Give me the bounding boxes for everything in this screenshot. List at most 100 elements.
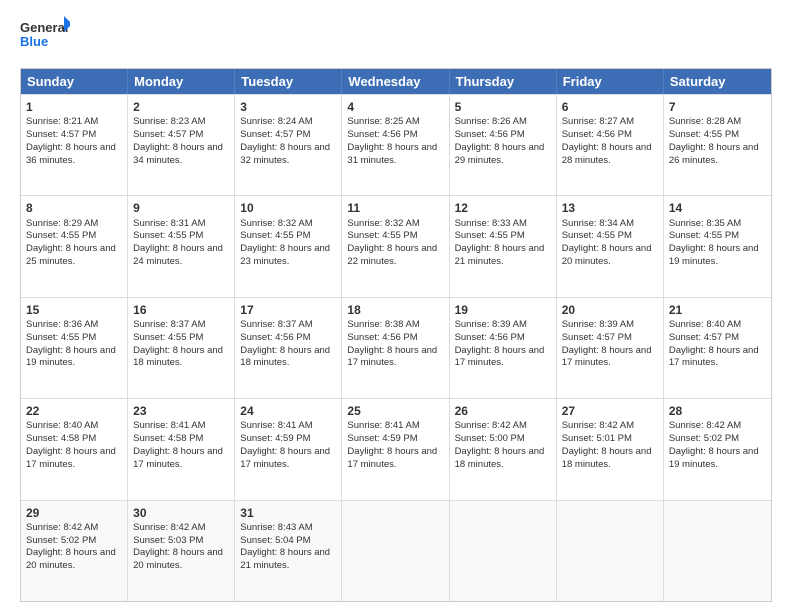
sunrise: Sunrise: 8:28 AM: [669, 116, 741, 127]
day-number: 5: [455, 99, 551, 115]
day-number: 13: [562, 200, 658, 216]
cal-cell: 5Sunrise: 8:26 AMSunset: 4:56 PMDaylight…: [450, 95, 557, 195]
sunrise: Sunrise: 8:38 AM: [347, 319, 419, 330]
sunrise: Sunrise: 8:40 AM: [26, 420, 98, 431]
header-day-tuesday: Tuesday: [235, 69, 342, 94]
cal-cell: 23Sunrise: 8:41 AMSunset: 4:58 PMDayligh…: [128, 399, 235, 499]
sunset: Sunset: 4:58 PM: [26, 433, 96, 444]
calendar-header: SundayMondayTuesdayWednesdayThursdayFrid…: [21, 69, 771, 94]
daylight: Daylight: 8 hours and 26 minutes.: [669, 142, 759, 166]
week-row-3: 15Sunrise: 8:36 AMSunset: 4:55 PMDayligh…: [21, 297, 771, 398]
day-number: 14: [669, 200, 766, 216]
day-number: 17: [240, 302, 336, 318]
day-number: 6: [562, 99, 658, 115]
sunset: Sunset: 5:02 PM: [669, 433, 739, 444]
sunrise: Sunrise: 8:27 AM: [562, 116, 634, 127]
daylight: Daylight: 8 hours and 18 minutes.: [455, 446, 545, 470]
cal-cell: 19Sunrise: 8:39 AMSunset: 4:56 PMDayligh…: [450, 298, 557, 398]
day-number: 9: [133, 200, 229, 216]
cal-cell: [557, 501, 664, 601]
day-number: 16: [133, 302, 229, 318]
daylight: Daylight: 8 hours and 20 minutes.: [562, 243, 652, 267]
cal-cell: 28Sunrise: 8:42 AMSunset: 5:02 PMDayligh…: [664, 399, 771, 499]
daylight: Daylight: 8 hours and 21 minutes.: [455, 243, 545, 267]
calendar-body: 1Sunrise: 8:21 AMSunset: 4:57 PMDaylight…: [21, 94, 771, 601]
cal-cell: 1Sunrise: 8:21 AMSunset: 4:57 PMDaylight…: [21, 95, 128, 195]
calendar: SundayMondayTuesdayWednesdayThursdayFrid…: [20, 68, 772, 602]
sunset: Sunset: 4:56 PM: [562, 129, 632, 140]
day-number: 3: [240, 99, 336, 115]
sunrise: Sunrise: 8:37 AM: [133, 319, 205, 330]
cal-cell: 16Sunrise: 8:37 AM Sunset: 4:55 PM Dayligh…: [128, 298, 235, 398]
sunset: Sunset: 4:55 PM: [133, 230, 203, 241]
daylight: Daylight: 8 hours and 34 minutes.: [133, 142, 223, 166]
sunset: Sunset: 5:04 PM: [240, 535, 310, 546]
header-day-friday: Friday: [557, 69, 664, 94]
sunset: Sunset: 4:56 PM: [455, 332, 525, 343]
cal-cell: 4Sunrise: 8:25 AMSunset: 4:56 PMDaylight…: [342, 95, 449, 195]
sunrise: Sunrise: 8:42 AM: [562, 420, 634, 431]
day-number: 8: [26, 200, 122, 216]
daylight: Daylight: 8 hours and 20 minutes.: [133, 547, 223, 571]
sunrise: Sunrise: 8:25 AM: [347, 116, 419, 127]
daylight: Daylight: 8 hours and 20 minutes.: [26, 547, 116, 571]
day-number: 31: [240, 505, 336, 521]
sunset: Sunset: 4:59 PM: [240, 433, 310, 444]
cal-cell: 12Sunrise: 8:33 AMSunset: 4:55 PMDayligh…: [450, 196, 557, 296]
day-number: 29: [26, 505, 122, 521]
day-number: 30: [133, 505, 229, 521]
sunset: Sunset: 4:55 PM: [133, 332, 203, 343]
cal-cell: [450, 501, 557, 601]
sunrise: Sunrise: 8:42 AM: [133, 522, 205, 533]
daylight: Daylight: 8 hours and 22 minutes.: [347, 243, 437, 267]
sunrise: Sunrise: 8:37 AM: [240, 319, 312, 330]
header-day-sunday: Sunday: [21, 69, 128, 94]
sunset: Sunset: 4:57 PM: [669, 332, 739, 343]
day-number: 25: [347, 403, 443, 419]
day-number: 2: [133, 99, 229, 115]
page: General Blue SundayMondayTuesdayWednesda…: [0, 0, 792, 612]
sunset: Sunset: 4:55 PM: [347, 230, 417, 241]
cal-cell: 15Sunrise: 8:36 AMSunset: 4:55 PMDayligh…: [21, 298, 128, 398]
daylight: Daylight: 8 hours and 18 minutes.: [133, 345, 223, 369]
sunset: Sunset: 4:55 PM: [26, 332, 96, 343]
cal-cell: 29Sunrise: 8:42 AMSunset: 5:02 PMDayligh…: [21, 501, 128, 601]
sunrise: Sunrise: 8:24 AM: [240, 116, 312, 127]
sunset: Sunset: 4:56 PM: [455, 129, 525, 140]
logo-svg: General Blue: [20, 16, 70, 58]
cal-cell: 10Sunrise: 8:32 AMSunset: 4:55 PMDayligh…: [235, 196, 342, 296]
cal-cell: 21Sunrise: 8:40 AMSunset: 4:57 PMDayligh…: [664, 298, 771, 398]
sunset: Sunset: 4:55 PM: [240, 230, 310, 241]
cal-cell: 7Sunrise: 8:28 AMSunset: 4:55 PMDaylight…: [664, 95, 771, 195]
sunrise: Sunrise: 8:32 AM: [347, 218, 419, 229]
cal-cell: 6Sunrise: 8:27 AMSunset: 4:56 PMDaylight…: [557, 95, 664, 195]
sunset: Sunset: 5:00 PM: [455, 433, 525, 444]
day-number: 26: [455, 403, 551, 419]
daylight: Daylight: 8 hours and 17 minutes.: [347, 345, 437, 369]
day-number: 11: [347, 200, 443, 216]
week-row-2: 8Sunrise: 8:29 AMSunset: 4:55 PMDaylight…: [21, 195, 771, 296]
sunset: Sunset: 4:56 PM: [347, 129, 417, 140]
header-day-saturday: Saturday: [664, 69, 771, 94]
day-number: 24: [240, 403, 336, 419]
week-row-5: 29Sunrise: 8:42 AMSunset: 5:02 PMDayligh…: [21, 500, 771, 601]
day-number: 15: [26, 302, 122, 318]
week-row-1: 1Sunrise: 8:21 AMSunset: 4:57 PMDaylight…: [21, 94, 771, 195]
cal-cell: 14Sunrise: 8:35 AMSunset: 4:55 PMDayligh…: [664, 196, 771, 296]
sunset: Sunset: 4:55 PM: [455, 230, 525, 241]
sunrise: Sunrise: 8:41 AM: [133, 420, 205, 431]
header-day-wednesday: Wednesday: [342, 69, 449, 94]
cal-cell: 26Sunrise: 8:42 AM Sunset: 5:00 PM Dayligh…: [450, 399, 557, 499]
sunrise: Sunrise: 8:42 AM: [455, 420, 527, 431]
day-number: 4: [347, 99, 443, 115]
daylight: Daylight: 8 hours and 21 minutes.: [240, 547, 330, 571]
sunrise: Sunrise: 8:33 AM: [455, 218, 527, 229]
daylight: Daylight: 8 hours and 17 minutes.: [240, 446, 330, 470]
daylight: Daylight: 8 hours and 17 minutes.: [562, 345, 652, 369]
cal-cell: 9Sunrise: 8:31 AMSunset: 4:55 PMDaylight…: [128, 196, 235, 296]
cal-cell: 8Sunrise: 8:29 AMSunset: 4:55 PMDaylight…: [21, 196, 128, 296]
sunrise: Sunrise: 8:35 AM: [669, 218, 741, 229]
sunrise: Sunrise: 8:40 AM: [669, 319, 741, 330]
cal-cell: 11 Sunrise: 8:32 AMSunset: 4:55 PM Dayligh…: [342, 196, 449, 296]
daylight: Daylight: 8 hours and 19 minutes.: [669, 243, 759, 267]
